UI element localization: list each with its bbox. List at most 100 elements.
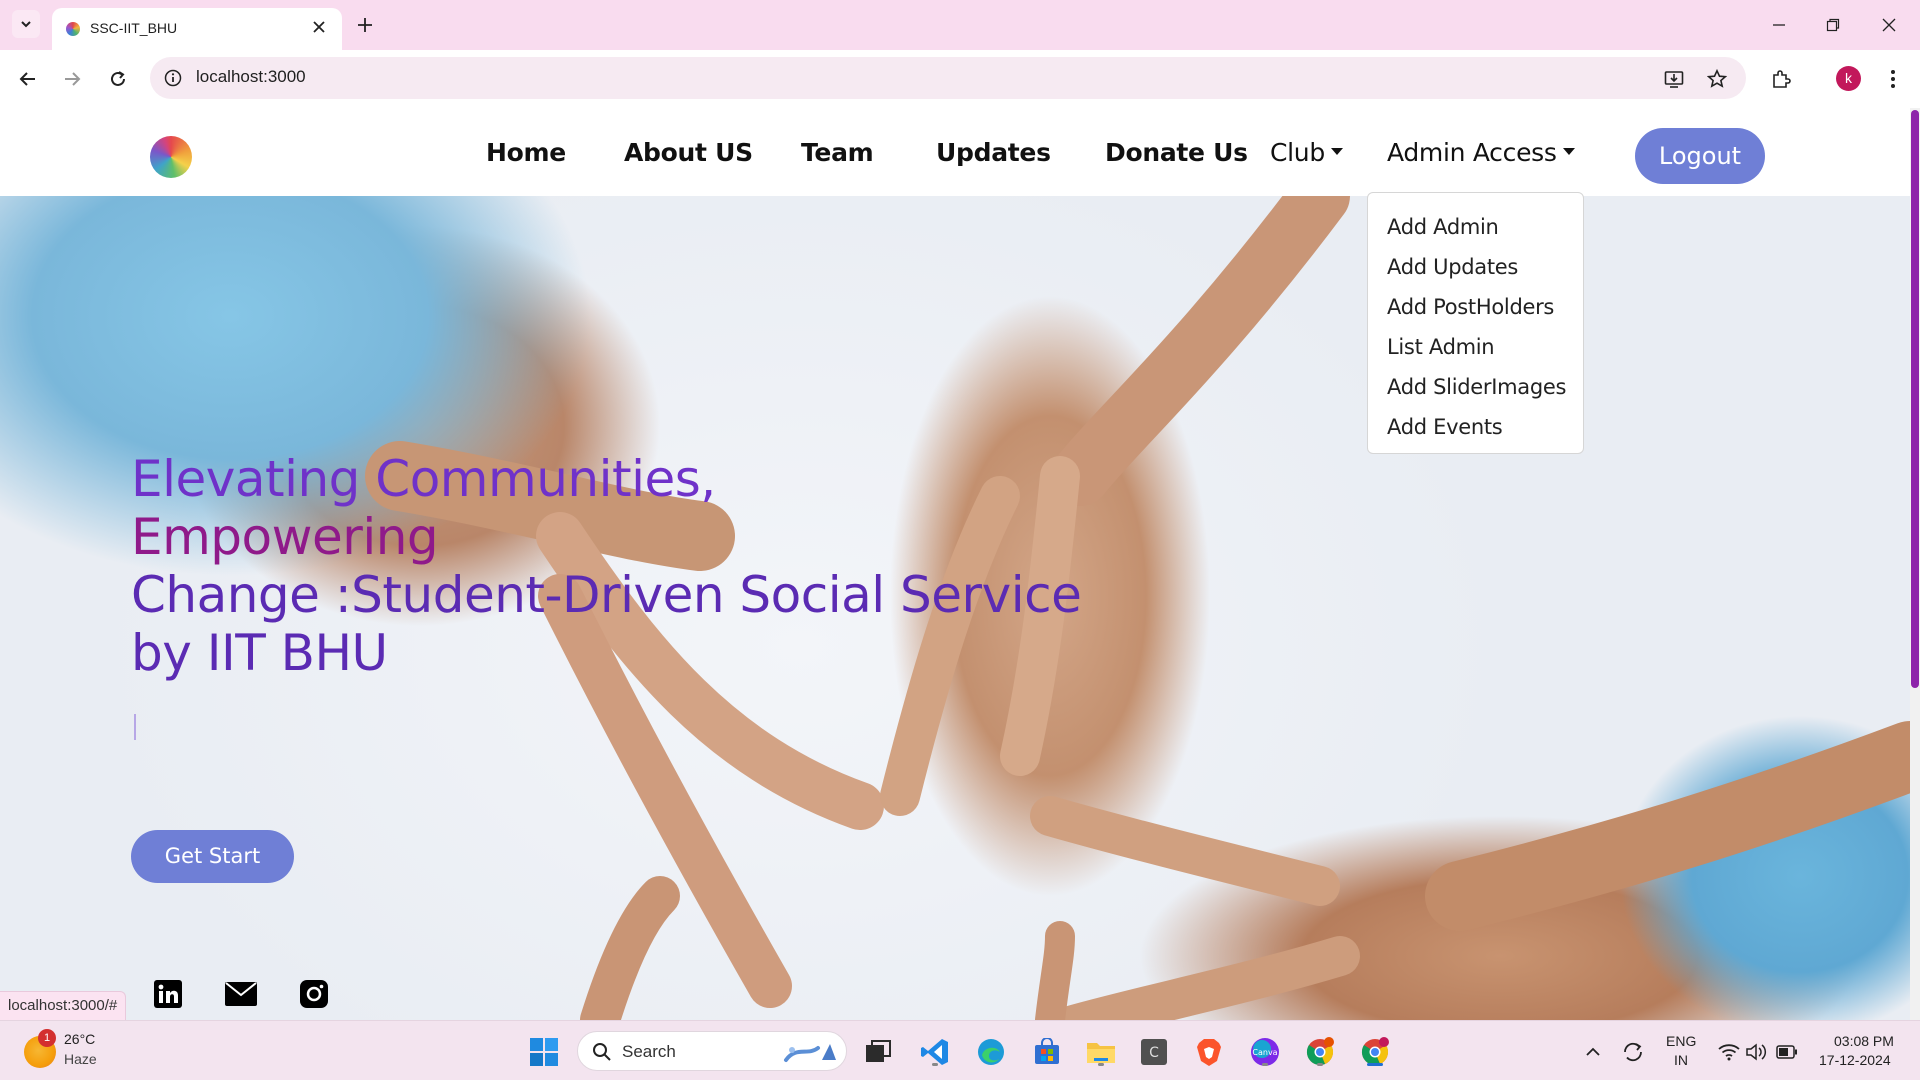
hero-line-2: Empowering (131, 508, 439, 566)
vscode-taskbar-icon[interactable] (918, 1035, 952, 1069)
forward-button[interactable] (58, 65, 86, 93)
active-indicator (1367, 1063, 1383, 1066)
brave-taskbar-icon[interactable] (1192, 1035, 1226, 1069)
admin-dropdown-toggle[interactable]: Admin Access (1387, 138, 1575, 167)
task-view-button[interactable] (861, 1035, 895, 1069)
tab-title: SSC-IIT_BHU (90, 20, 178, 36)
nav-link-donate[interactable]: Donate Us (1105, 138, 1248, 167)
close-window-button[interactable] (1876, 12, 1902, 38)
browser-toolbar: localhost:3000 k (0, 50, 1920, 108)
tab-favicon-icon (66, 22, 80, 36)
menu-item-list-admin[interactable]: List Admin (1368, 327, 1583, 367)
site-info-icon[interactable] (162, 67, 184, 89)
nav-link-team[interactable]: Team (801, 138, 874, 167)
nav-link-updates[interactable]: Updates (936, 138, 1051, 167)
install-app-icon[interactable] (1662, 67, 1686, 91)
menu-item-add-updates[interactable]: Add Updates (1368, 247, 1583, 287)
bookmark-star-icon[interactable] (1705, 67, 1729, 91)
clock-time: 03:08 PM (1834, 1033, 1894, 1049)
extensions-button[interactable] (1767, 65, 1795, 93)
chrome-profile-2-taskbar-icon[interactable] (1358, 1035, 1392, 1069)
typing-cursor (134, 714, 136, 740)
browser-menu-button[interactable] (1879, 65, 1907, 93)
tab-close-icon[interactable] (308, 16, 330, 38)
url-text[interactable]: localhost:3000 (196, 67, 306, 87)
battery-icon[interactable] (1770, 1035, 1804, 1069)
linkedin-icon[interactable] (152, 978, 184, 1010)
svg-text:Canva: Canva (1252, 1048, 1277, 1057)
nav-link-home[interactable]: Home (486, 138, 566, 167)
plus-icon (358, 18, 372, 32)
running-indicator (1317, 1063, 1323, 1066)
svg-text:C: C (1149, 1045, 1159, 1061)
file-explorer-taskbar-icon[interactable] (1084, 1035, 1118, 1069)
c-app-taskbar-icon[interactable]: C (1137, 1035, 1171, 1069)
taskbar-search-box[interactable]: Search (577, 1031, 847, 1071)
clock-date: 17-12-2024 (1819, 1052, 1891, 1068)
admin-dropdown-menu: Add Admin Add Updates Add PostHolders Li… (1367, 192, 1584, 454)
page-scrollbar[interactable] (1910, 108, 1920, 1020)
arrow-right-icon (65, 72, 81, 86)
admin-access-label: Admin Access (1387, 138, 1557, 167)
logout-button[interactable]: Logout (1635, 128, 1765, 184)
reload-button[interactable] (104, 65, 132, 93)
nav-link-about[interactable]: About US (624, 138, 753, 167)
start-button[interactable] (527, 1035, 561, 1069)
chevron-down-icon (21, 21, 31, 28)
edge-taskbar-icon[interactable] (974, 1035, 1008, 1069)
hero-line-1: Elevating Communities, (131, 450, 716, 508)
more-vertical-icon (1891, 70, 1895, 88)
back-button[interactable] (14, 65, 42, 93)
search-icon (593, 1043, 611, 1061)
menu-item-add-postholders[interactable]: Add PostHolders (1368, 287, 1583, 327)
language-code: ENG (1666, 1033, 1697, 1049)
language-region: IN (1674, 1052, 1688, 1068)
get-start-button[interactable]: Get Start (131, 830, 294, 883)
caret-down-icon (1562, 147, 1575, 155)
tab-search-button[interactable] (12, 10, 40, 38)
puzzle-icon (1773, 70, 1791, 88)
sync-icon[interactable] (1616, 1035, 1650, 1069)
chevron-up-icon (1586, 1047, 1600, 1056)
running-indicator (1098, 1063, 1104, 1066)
page-viewport: Home About US Team Updates Donate Us Clu… (0, 108, 1910, 1020)
close-icon (1882, 18, 1896, 32)
windows-logo-icon (530, 1038, 558, 1066)
address-bar[interactable]: localhost:3000 (150, 57, 1746, 99)
menu-item-add-events[interactable]: Add Events (1368, 407, 1583, 447)
reload-icon (111, 71, 125, 86)
show-hidden-icons-button[interactable] (1576, 1035, 1610, 1069)
search-highlight-icon (784, 1044, 836, 1062)
site-logo[interactable] (150, 136, 192, 178)
task-view-icon (866, 1040, 891, 1062)
store-taskbar-icon[interactable] (1030, 1035, 1064, 1069)
mail-icon[interactable] (225, 978, 257, 1010)
running-indicator (1262, 1063, 1268, 1066)
canva-taskbar-icon[interactable]: Canva (1248, 1035, 1282, 1069)
minimize-icon (1773, 24, 1785, 26)
hero-heading: Elevating Communities, Empowering Change… (131, 450, 1111, 682)
new-tab-button[interactable] (352, 12, 378, 38)
scrollbar-thumb[interactable] (1911, 110, 1919, 688)
hero-line-3: Change :Student-Driven Social Service (131, 566, 1082, 624)
arrow-left-icon (19, 72, 35, 86)
weather-condition: Haze (64, 1051, 97, 1067)
browser-tab[interactable]: SSC-IIT_BHU (52, 8, 342, 50)
link-status-bar: localhost:3000/# (0, 991, 127, 1020)
caret-down-icon (1330, 147, 1343, 155)
site-navbar: Home About US Team Updates Donate Us Clu… (0, 108, 1910, 196)
menu-item-add-sliderimages[interactable]: Add SliderImages (1368, 367, 1583, 407)
instagram-icon[interactable] (298, 978, 330, 1010)
windows-taskbar: 1 26°C Haze Search C Canva ENG IN 03:08 … (0, 1020, 1920, 1080)
weather-temperature: 26°C (64, 1031, 96, 1047)
chrome-profile-1-taskbar-icon[interactable] (1303, 1035, 1337, 1069)
menu-item-add-admin[interactable]: Add Admin (1368, 207, 1583, 247)
volume-icon[interactable] (1740, 1035, 1774, 1069)
restore-button[interactable] (1820, 12, 1846, 38)
club-label: Club (1270, 138, 1325, 167)
taskbar-search-label: Search (622, 1042, 676, 1061)
minimize-button[interactable] (1766, 12, 1792, 38)
hero-line-4: by IIT BHU (131, 624, 388, 682)
club-dropdown-toggle[interactable]: Club (1270, 138, 1343, 167)
profile-avatar[interactable]: k (1836, 66, 1861, 91)
